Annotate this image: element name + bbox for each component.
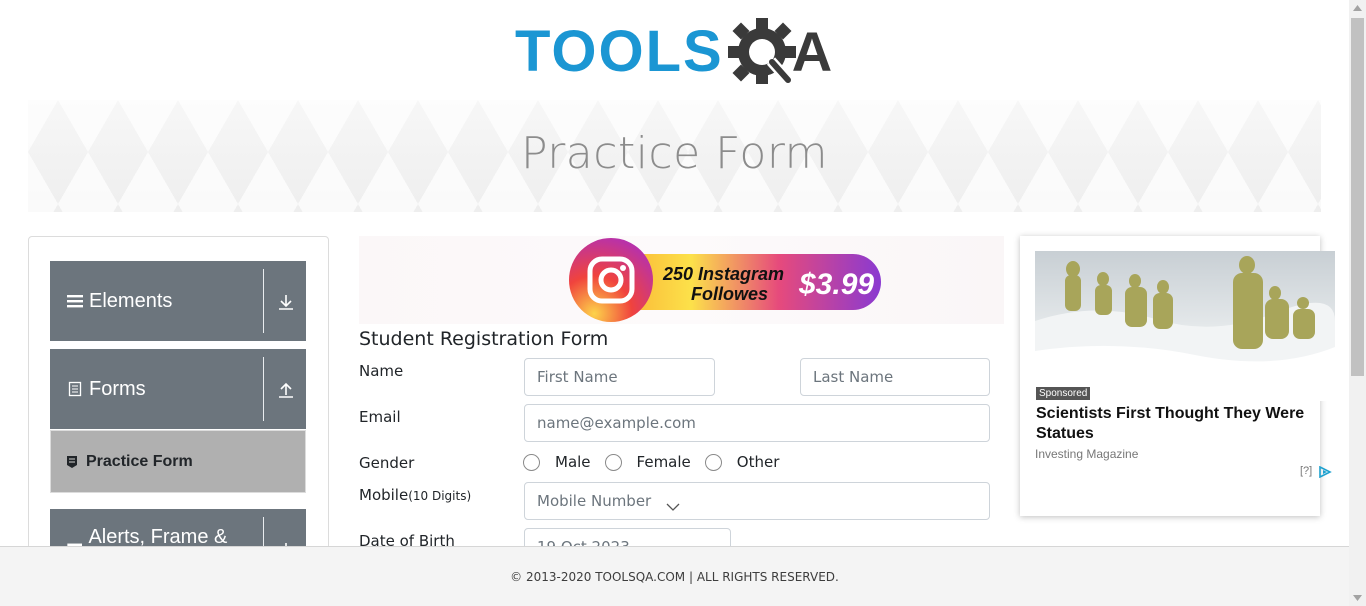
instagram-ad-banner[interactable]: 250 Instagram Followes $3.99 <box>569 238 881 322</box>
page-footer: © 2013-2020 TOOLSQA.COM | ALL RIGHTS RES… <box>0 546 1349 606</box>
radio-button[interactable] <box>604 453 622 471</box>
sponsored-badge: Sponsored <box>1036 387 1091 400</box>
sponsored-ad[interactable] <box>1020 236 1335 516</box>
radio-label: Other <box>736 453 780 471</box>
sidebar-group-label: Forms <box>89 377 146 400</box>
gender-radio-group: Male Female Other <box>523 452 793 472</box>
site-logo[interactable]: TOOLS A <box>515 14 837 90</box>
gear-magnifier-icon <box>727 18 796 84</box>
chevron-down-icon <box>666 503 680 511</box>
ad-text-line1: 250 Instagram <box>662 264 784 284</box>
mobile-input[interactable]: Mobile Number <box>524 482 990 520</box>
download-arrow-icon <box>279 295 293 310</box>
ad-image <box>1035 251 1335 401</box>
gender-radio-male[interactable]: Male <box>523 453 591 471</box>
radio-label: Male <box>555 453 591 471</box>
mobile-label: Mobile(10 Digits) <box>359 486 471 504</box>
hamburger-icon <box>67 295 83 308</box>
upload-arrow-icon <box>279 382 293 398</box>
sidebar-item-practice-form[interactable]: Practice Form <box>50 430 306 493</box>
ad-text-line2: Followes <box>691 284 768 304</box>
scroll-down-icon[interactable] <box>1353 594 1362 602</box>
ad-price: $3.99 <box>798 268 874 301</box>
mobile-label-text: Mobile <box>359 486 409 504</box>
page-banner: Practice Form <box>28 100 1321 212</box>
radio-button[interactable] <box>704 453 722 471</box>
email-label: Email <box>359 408 401 426</box>
sidebar-item-label: Practice Form <box>86 452 193 470</box>
vertical-scrollbar[interactable] <box>1349 0 1366 606</box>
sidebar-group-forms[interactable]: Forms <box>50 349 306 429</box>
gender-radio-other[interactable]: Other <box>704 453 780 471</box>
copyright-text: © 2013-2020 TOOLSQA.COM | ALL RIGHTS RES… <box>510 569 839 584</box>
radio-button[interactable] <box>523 453 540 471</box>
sidebar-group-label: Elements <box>89 289 173 312</box>
divider <box>263 269 264 333</box>
gender-radio-female[interactable]: Female <box>604 453 691 471</box>
gender-label: Gender <box>359 454 415 472</box>
radio-label: Female <box>636 453 691 471</box>
adchoices-icon[interactable] <box>1318 466 1334 478</box>
form-icon <box>67 455 77 468</box>
last-name-input[interactable]: Last Name <box>800 358 990 396</box>
email-input[interactable]: name@example.com <box>524 404 990 442</box>
mobile-hint: (10 Digits) <box>408 489 472 503</box>
scroll-up-icon[interactable] <box>1353 4 1362 12</box>
ad-headline[interactable]: Scientists First Thought They Were Statu… <box>1036 404 1326 444</box>
sidebar-group-elements[interactable]: Elements <box>50 261 306 341</box>
ad-info-link[interactable]: [?] <box>1300 465 1312 477</box>
scroll-thumb[interactable] <box>1351 18 1364 376</box>
logo-text-a: A <box>791 20 833 83</box>
logo-text-tools: TOOLS <box>515 19 724 84</box>
page-title: Practice Form <box>520 128 829 179</box>
form-title: Student Registration Form <box>359 328 609 350</box>
divider <box>263 357 264 421</box>
left-sidebar: Elements Forms Practice Form Alerts, Fra… <box>28 236 329 589</box>
name-label: Name <box>359 362 404 380</box>
ad-source[interactable]: Investing Magazine <box>1035 447 1138 461</box>
document-icon <box>68 381 82 397</box>
first-name-input[interactable]: First Name <box>524 358 715 396</box>
